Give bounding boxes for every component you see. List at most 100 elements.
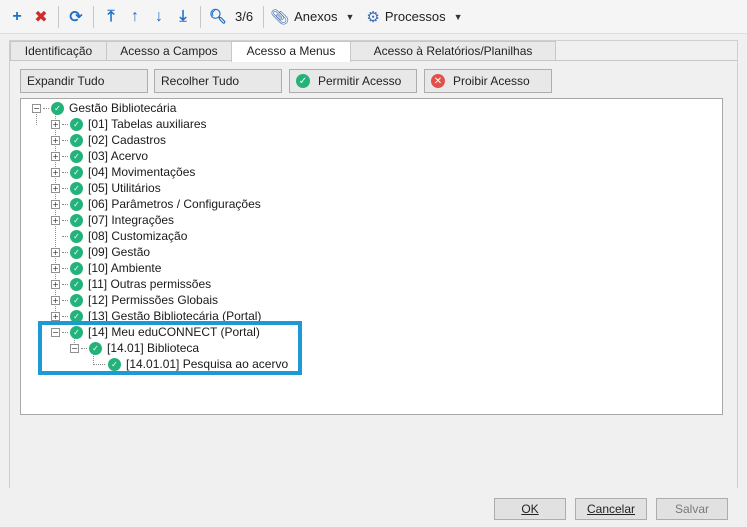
expand-node-icon[interactable]: + [51, 135, 60, 145]
chevron-down-icon: ▼ [345, 11, 355, 22]
expand-node-icon[interactable]: + [51, 279, 60, 289]
check-circle-icon: ✓ [70, 277, 83, 291]
expand-node-icon[interactable]: + [51, 167, 60, 177]
tree-connector [62, 187, 68, 189]
previous-record-icon[interactable]: ↑ [124, 4, 146, 30]
tree-node-label: [02] Cadastros [88, 133, 167, 147]
tree-connector [62, 299, 68, 301]
check-circle-icon: ✓ [51, 101, 64, 115]
tree-node[interactable]: + ✓ [05] Utilitários [51, 180, 161, 196]
tab-acesso-relatorios[interactable]: Acesso à Relatórios/Planilhas [350, 41, 556, 61]
collapse-all-button[interactable]: ⊟ Recolher Tudo [154, 69, 282, 121]
collapse-all-label: Recolher Tudo [161, 74, 240, 88]
collapse-node-icon[interactable]: − [32, 103, 41, 113]
next-record-icon[interactable]: ↓ [148, 4, 170, 30]
tree-node[interactable]: + ✓ [01] Tabelas auxiliares [51, 116, 207, 132]
tree-node-label: [01] Tabelas auxiliares [88, 117, 207, 131]
check-circle-icon: ✓ [70, 213, 83, 227]
check-circle-icon: ✓ [70, 117, 83, 131]
tree-node-label: [03] Acervo [88, 149, 149, 163]
save-label: Salvar [674, 502, 709, 516]
tree-node-label: [06] Parâmetros / Configurações [88, 197, 261, 211]
tab-acesso-campos[interactable]: Acesso a Campos [106, 41, 232, 61]
refresh-icon[interactable]: ⟳ [65, 4, 87, 30]
deny-access-button[interactable]: ✕ Proibir Acesso [424, 69, 552, 93]
tab-label: Acesso à Relatórios/Planilhas [373, 44, 533, 58]
main-panel: Identificação Acesso a Campos Acesso a M… [9, 40, 738, 488]
tree-connector [62, 283, 68, 285]
ok-button[interactable]: OK [494, 498, 566, 520]
attachments-menu[interactable]: 📎︎ Anexos ▼ [270, 8, 354, 26]
tree-connector [62, 315, 68, 317]
tree-node[interactable]: + ✓ [03] Acervo [51, 148, 148, 164]
processes-menu[interactable]: ⚙ Processos ▼ [366, 8, 462, 26]
tree-node-label: Gestão Bibliotecária [69, 101, 177, 115]
toolbar-separator [93, 5, 94, 28]
tree-connector [43, 107, 49, 109]
tree-node[interactable]: ✓ [08] Customização [62, 228, 187, 244]
attachments-label: Anexos [294, 9, 338, 24]
tree-connector [62, 123, 68, 125]
check-circle-icon: ✓ [296, 74, 310, 88]
expand-node-icon[interactable]: + [51, 199, 60, 209]
add-icon[interactable]: + [6, 4, 28, 30]
tab-label: Acesso a Menus [246, 44, 336, 58]
tree-connector [62, 203, 68, 205]
expand-node-icon[interactable]: + [51, 295, 60, 305]
record-position: 3/6 [235, 9, 254, 24]
tree-node[interactable]: + ✓ [11] Outras permissões [51, 276, 211, 292]
tab-acesso-menus[interactable]: Acesso a Menus [231, 41, 351, 62]
tab-bar: Identificação Acesso a Campos Acesso a M… [10, 41, 556, 62]
tree-node[interactable]: + ✓ [02] Cadastros [51, 132, 166, 148]
toolbar: + ✖ ⟳ ⤒ ↑ ↓ ⤓ 🔍︎ 3/6 📎︎ Anexos ▼ ⚙ Proce… [0, 0, 747, 34]
expand-node-icon[interactable]: + [51, 247, 60, 257]
check-circle-icon: ✓ [70, 133, 83, 147]
expand-all-label: Expandir Tudo [27, 74, 105, 88]
tree-node-root[interactable]: − ✓ Gestão Bibliotecária [32, 100, 176, 116]
tree-connector [62, 155, 68, 157]
check-circle-icon: ✓ [70, 165, 83, 179]
check-circle-icon: ✓ [70, 293, 83, 307]
last-record-icon[interactable]: ⤓ [172, 4, 194, 30]
processes-label: Processos [384, 9, 446, 24]
delete-icon[interactable]: ✖ [30, 4, 52, 30]
check-circle-icon: ✓ [70, 181, 83, 195]
allow-access-label: Permitir Acesso [318, 74, 402, 88]
expand-node-icon[interactable]: + [51, 183, 60, 193]
paperclip-icon: 📎︎ [270, 8, 290, 26]
tree-connector [62, 171, 68, 173]
gear-icon: ⚙ [366, 8, 380, 26]
tree-connector [62, 251, 68, 253]
highlight-box [38, 321, 302, 375]
chevron-down-icon: ▼ [453, 11, 463, 22]
expand-node-icon[interactable]: + [51, 311, 60, 321]
check-circle-icon: ✓ [70, 261, 83, 275]
tree-node-label: [09] Gestão [88, 245, 151, 259]
expand-node-icon[interactable]: + [51, 151, 60, 161]
tree-node[interactable]: + ✓ [10] Ambiente [51, 260, 161, 276]
ok-label: OK [521, 502, 539, 516]
check-circle-icon: ✓ [70, 245, 83, 259]
tree-connector [62, 235, 68, 237]
tree-node-label: [08] Customização [88, 229, 188, 243]
tab-label: Identificação [24, 44, 93, 58]
search-icon[interactable]: 🔍︎ [207, 4, 229, 30]
tab-content: ⊞ Expandir Tudo ⊟ Recolher Tudo ✓ Permit… [10, 60, 737, 488]
cancel-button[interactable]: Cancelar [575, 498, 647, 520]
expand-node-icon[interactable]: + [51, 119, 60, 129]
tree-node-label: [07] Integrações [88, 213, 175, 227]
expand-node-icon[interactable]: + [51, 263, 60, 273]
first-record-icon[interactable]: ⤒ [100, 4, 122, 30]
tree-node[interactable]: + ✓ [09] Gestão [51, 244, 150, 260]
allow-access-button[interactable]: ✓ Permitir Acesso [289, 69, 417, 93]
tree-node[interactable]: + ✓ [12] Permissões Globais [51, 292, 218, 308]
tab-identificacao[interactable]: Identificação [10, 41, 107, 61]
expand-all-button[interactable]: ⊞ Expandir Tudo [20, 69, 148, 121]
expand-node-icon[interactable]: + [51, 215, 60, 225]
tree-node[interactable]: + ✓ [07] Integrações [51, 212, 174, 228]
save-button[interactable]: Salvar [656, 498, 728, 520]
tree-node[interactable]: + ✓ [04] Movimentações [51, 164, 195, 180]
tree-node[interactable]: + ✓ [06] Parâmetros / Configurações [51, 196, 261, 212]
cancel-label: Cancelar [586, 502, 636, 516]
tree-node-label: [05] Utilitários [88, 181, 161, 195]
